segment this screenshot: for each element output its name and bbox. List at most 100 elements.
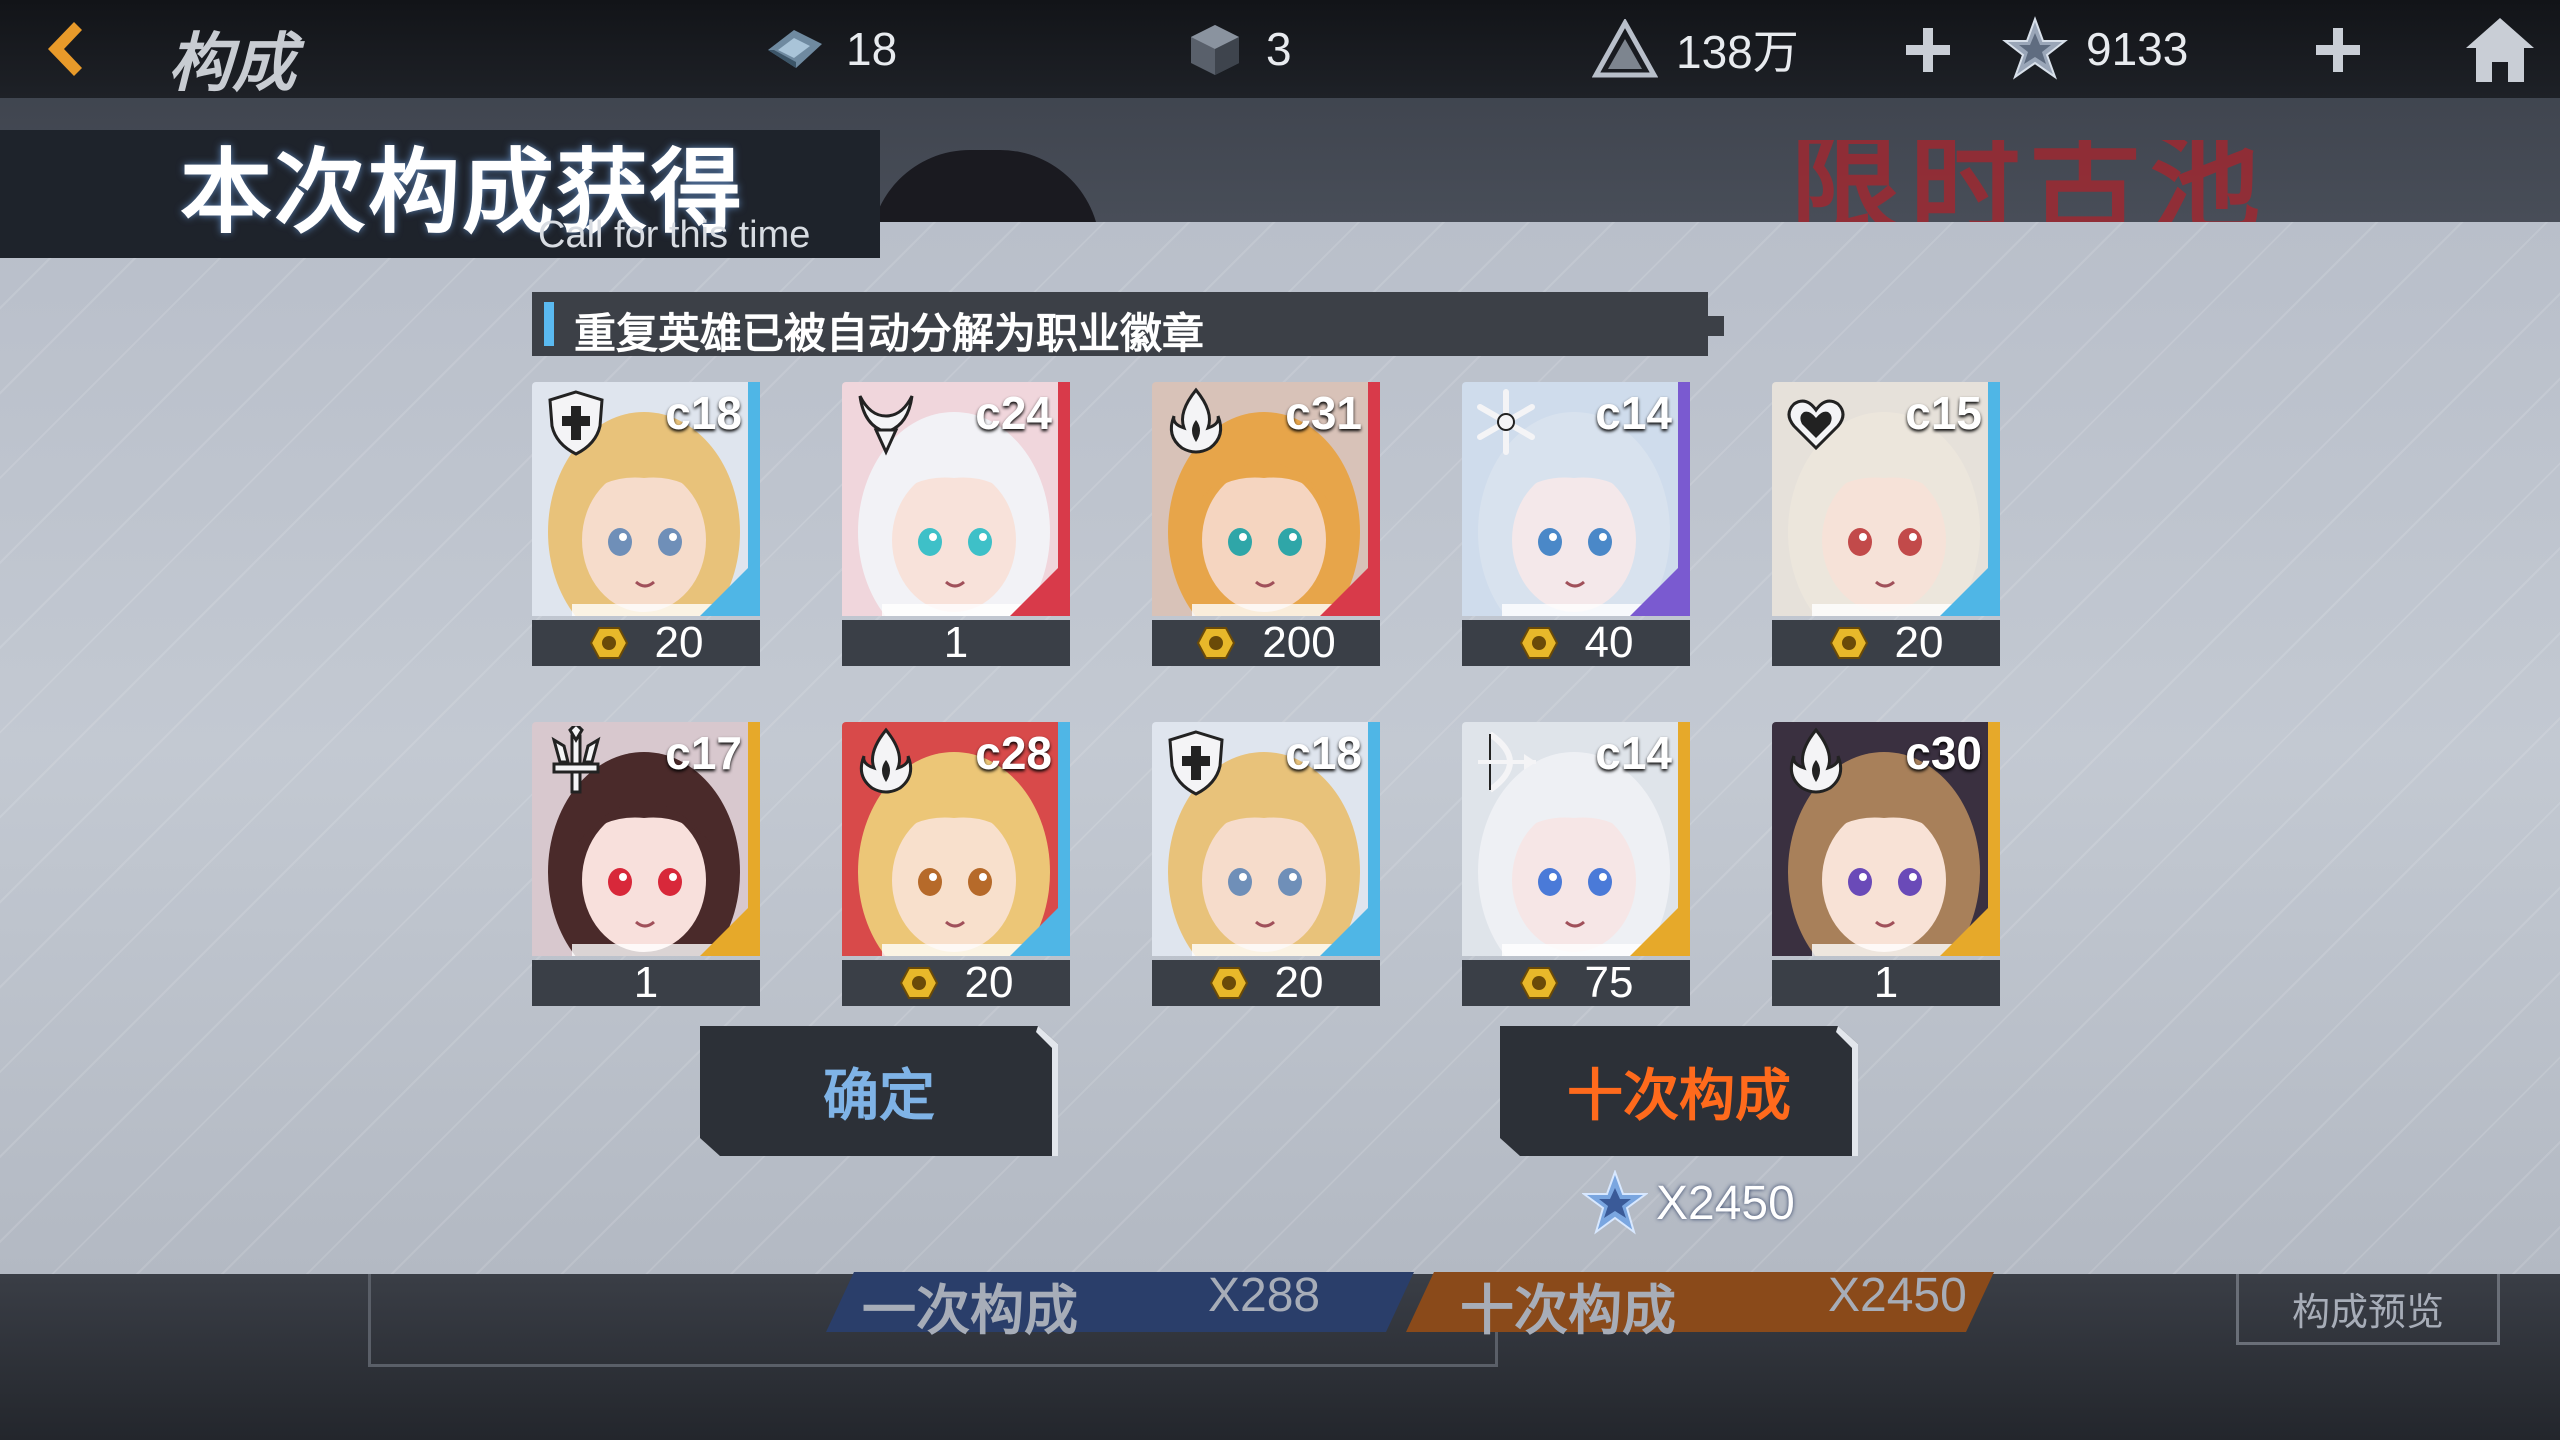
class-badge-icon bbox=[1519, 967, 1558, 999]
snowflake-icon bbox=[1477, 389, 1535, 455]
bottom-ten-call-label[interactable]: 十次构成 bbox=[1460, 1266, 1676, 1345]
hero-card[interactable]: c18 20 bbox=[1152, 722, 1380, 1007]
flame-icon bbox=[859, 727, 913, 794]
cube-icon bbox=[1180, 14, 1250, 84]
reward-amount: 200 bbox=[1262, 618, 1336, 667]
add-star-gem-button[interactable] bbox=[2306, 18, 2370, 82]
notice-text: 重复英雄已被自动分解为职业徽章 bbox=[574, 309, 1205, 358]
reward-amount: 1 bbox=[1873, 958, 1899, 1007]
hero-reward-count: 1 bbox=[1772, 958, 2000, 1007]
triangle-gold-icon bbox=[1590, 14, 1660, 84]
class-badge-icon bbox=[589, 627, 628, 659]
page-title: 构成 bbox=[168, 27, 296, 101]
bottom-one-call-cost: X288 bbox=[1208, 1269, 1321, 1322]
home-icon bbox=[2466, 18, 2534, 82]
call-preview-button[interactable]: 构成预览 bbox=[2236, 1274, 2500, 1345]
hero-card[interactable]: c24 1 bbox=[842, 382, 1070, 667]
top-bar: 构成 18 3 138万 9133 bbox=[0, 0, 2560, 101]
resource-cube: 3 bbox=[1180, 14, 1292, 84]
hero-card[interactable]: c14 40 bbox=[1462, 382, 1690, 667]
rarity-corner bbox=[1010, 896, 1070, 956]
hero-reward-count: 20 bbox=[842, 958, 1070, 1007]
crystal-shard-icon bbox=[760, 14, 830, 84]
bottom-one-call-label[interactable]: 一次构成 bbox=[862, 1266, 1078, 1345]
rarity-corner bbox=[1940, 556, 2000, 616]
bow-icon bbox=[1478, 731, 1536, 793]
hero-code: c15 bbox=[1905, 387, 1982, 439]
hero-code: c17 bbox=[665, 727, 742, 779]
hero-code: c31 bbox=[1285, 387, 1362, 439]
class-badge-icon bbox=[899, 967, 938, 999]
reward-amount: 1 bbox=[633, 958, 659, 1007]
hero-reward-count: 1 bbox=[532, 958, 760, 1007]
hero-code: c28 bbox=[975, 727, 1052, 779]
notice-tip bbox=[1704, 316, 1724, 336]
hero-card[interactable]: c15 20 bbox=[1772, 382, 2000, 667]
star-gem-icon bbox=[2000, 14, 2070, 84]
confirm-button[interactable]: 确定 bbox=[700, 1026, 1058, 1156]
ten-call-cost: X2450 bbox=[1582, 1170, 1795, 1236]
shield-icon bbox=[1168, 730, 1224, 796]
reward-amount: 20 bbox=[964, 958, 1014, 1007]
rarity-corner bbox=[1320, 556, 1380, 616]
notice-accent bbox=[544, 302, 554, 346]
back-arrow-icon bbox=[48, 22, 82, 76]
rarity-corner bbox=[1010, 556, 1070, 616]
plus-icon bbox=[2316, 28, 2360, 72]
rarity-corner bbox=[1630, 896, 1690, 956]
ten-call-cost-value: X2450 bbox=[1656, 1176, 1795, 1230]
reward-amount: 20 bbox=[1274, 958, 1324, 1007]
resource-star-gem: 9133 bbox=[2000, 14, 2188, 84]
hero-reward-count: 75 bbox=[1462, 958, 1690, 1007]
horns-icon bbox=[858, 395, 914, 456]
reward-amount: 20 bbox=[654, 618, 704, 667]
hero-code: c24 bbox=[975, 387, 1052, 439]
hero-code: c30 bbox=[1905, 727, 1982, 779]
hero-code: c14 bbox=[1595, 727, 1672, 779]
background-event-banner: 限时古池 bbox=[1790, 140, 2270, 230]
reward-amount: 20 bbox=[1894, 618, 1944, 667]
ten-call-button-label: 十次构成 bbox=[1567, 1063, 1791, 1129]
hero-reward-count: 20 bbox=[1152, 958, 1380, 1007]
hero-card[interactable]: c18 20 bbox=[532, 382, 760, 667]
hero-reward-count: 1 bbox=[842, 618, 1070, 667]
notice-banner: 重复英雄已被自动分解为职业徽章 bbox=[532, 292, 1724, 358]
hero-card[interactable]: c14 75 bbox=[1462, 722, 1690, 1007]
rarity-corner bbox=[1940, 896, 2000, 956]
heart-wing-icon bbox=[1787, 399, 1845, 451]
hero-code: c18 bbox=[665, 387, 742, 439]
bottom-ten-call-cost: X2450 bbox=[1828, 1269, 1967, 1322]
hero-code: c14 bbox=[1595, 387, 1672, 439]
hero-card[interactable]: c31 200 bbox=[1152, 382, 1380, 667]
home-button[interactable] bbox=[2460, 10, 2540, 90]
resource-gold: 138万 bbox=[1590, 14, 1799, 84]
class-badge-icon bbox=[1209, 967, 1248, 999]
reward-amount: 1 bbox=[943, 618, 969, 667]
reward-amount: 40 bbox=[1584, 618, 1634, 667]
back-button[interactable] bbox=[30, 14, 100, 84]
class-badge-icon bbox=[1519, 627, 1558, 659]
hero-code: c18 bbox=[1285, 727, 1362, 779]
modal-subtitle: Call for this time bbox=[538, 214, 811, 256]
confirm-button-label: 确定 bbox=[823, 1063, 935, 1129]
rarity-corner bbox=[1320, 896, 1380, 956]
hero-card[interactable]: c28 20 bbox=[842, 722, 1070, 1007]
reward-amount: 75 bbox=[1584, 958, 1634, 1007]
class-badge-icon bbox=[1197, 627, 1236, 659]
star-gem-icon bbox=[1582, 1170, 1648, 1235]
rarity-corner bbox=[1630, 556, 1690, 616]
shield-icon bbox=[548, 390, 604, 456]
plus-icon bbox=[1906, 28, 1950, 72]
hero-card[interactable]: c30 1 bbox=[1772, 722, 2000, 1007]
hero-reward-count: 200 bbox=[1152, 618, 1380, 667]
hero-reward-count: 20 bbox=[532, 618, 760, 667]
ten-call-button[interactable]: 十次构成 bbox=[1500, 1026, 1858, 1156]
flame-icon bbox=[1789, 727, 1843, 794]
hero-reward-count: 20 bbox=[1772, 618, 2000, 667]
add-gold-button[interactable] bbox=[1896, 18, 1960, 82]
hero-reward-count: 40 bbox=[1462, 618, 1690, 667]
resource-crystal: 18 bbox=[760, 14, 897, 84]
flame-icon bbox=[1169, 387, 1223, 454]
hero-card[interactable]: c17 1 bbox=[532, 722, 760, 1007]
class-badge-icon bbox=[1829, 627, 1868, 659]
